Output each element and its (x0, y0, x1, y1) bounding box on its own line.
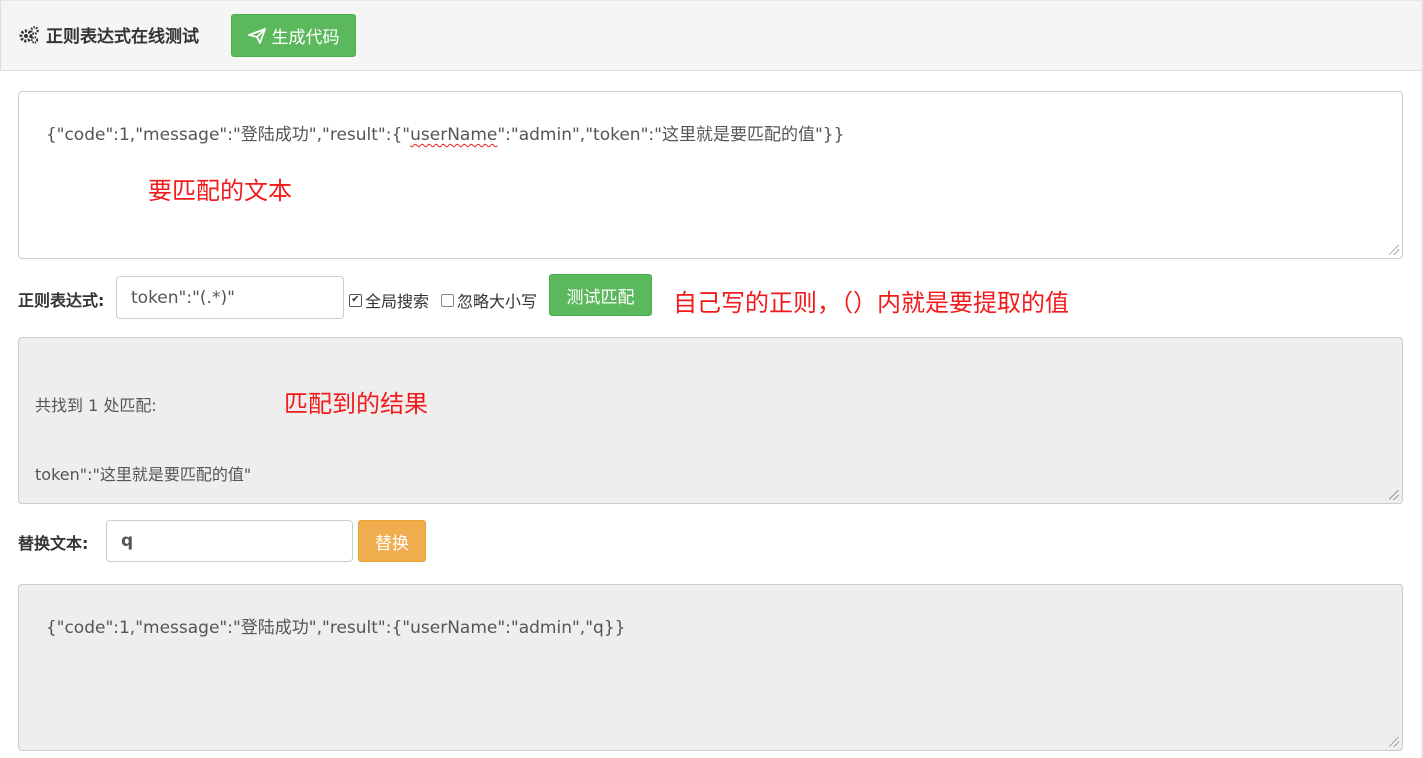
ignore-case-checkbox-wrap[interactable]: 忽略大小写 (441, 288, 537, 312)
page-title: 正则表达式在线测试 (18, 22, 199, 47)
replace-button[interactable]: 替换 (358, 520, 426, 562)
source-text-misspelled: userName (410, 125, 498, 145)
gears-icon (19, 25, 39, 44)
regex-label: 正则表达式: (18, 291, 105, 310)
annotation-regex-note: 自己写的正则，（）内就是要提取的值 (673, 289, 1069, 317)
paper-plane-icon (247, 27, 266, 44)
panel-header (0, 0, 1423, 71)
source-text-part2: ":"admin","token":"这里就是要匹配的值"}} (497, 125, 845, 145)
resize-handle[interactable] (1389, 737, 1399, 747)
resize-handle[interactable] (1389, 245, 1399, 255)
annotation-text-to-match: 要匹配的文本 (148, 177, 292, 205)
ignore-case-label: 忽略大小写 (457, 292, 538, 311)
regex-input[interactable]: token":"(.*)" (116, 276, 344, 319)
resize-handle[interactable] (1389, 490, 1399, 500)
replaced-text-area[interactable]: {"code":1,"message":"登陆成功","result":{"us… (18, 584, 1403, 751)
replaced-text: {"code":1,"message":"登陆成功","result":{"us… (45, 618, 626, 638)
annotation-result-note: 匹配到的结果 (284, 390, 428, 418)
match-value-text: token":"这里就是要匹配的值" (35, 465, 252, 484)
global-search-checkbox[interactable]: ✔ (349, 293, 362, 307)
global-search-label: 全局搜索 (365, 292, 430, 311)
generate-code-label: 生成代码 (271, 28, 340, 48)
source-text-part1: {"code":1,"message":"登陆成功","result":{" (45, 125, 411, 145)
ignore-case-checkbox[interactable] (441, 293, 454, 307)
generate-code-button[interactable]: 生成代码 (231, 14, 356, 57)
test-match-button[interactable]: 测试匹配 (549, 274, 652, 316)
match-result-area[interactable]: 共找到 1 处匹配: token":"这里就是要匹配的值" (18, 337, 1403, 504)
match-count-text: 共找到 1 处匹配: (35, 396, 157, 415)
replace-label: 替换文本: (18, 534, 89, 553)
global-search-checkbox-wrap[interactable]: ✔ 全局搜索 (349, 288, 429, 312)
page-title-text: 正则表达式在线测试 (46, 27, 199, 47)
replace-input[interactable]: q (106, 520, 353, 562)
